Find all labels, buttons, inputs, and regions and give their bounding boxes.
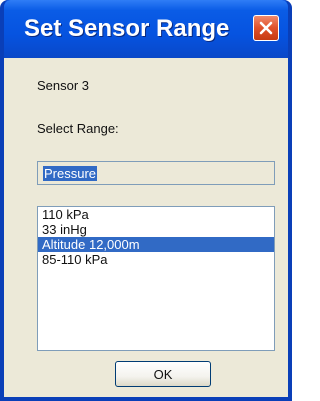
select-range-label: Select Range: <box>37 121 119 136</box>
close-icon <box>259 21 273 35</box>
sensor-label: Sensor 3 <box>37 78 90 93</box>
title-bar[interactable]: Set Sensor Range <box>4 0 288 58</box>
list-item[interactable]: 33 inHg <box>38 222 274 237</box>
selected-range-field[interactable]: Pressure <box>37 161 275 185</box>
ok-button[interactable]: OK <box>115 361 211 387</box>
window-title: Set Sensor Range <box>24 15 230 42</box>
list-item[interactable]: 85-110 kPa <box>38 252 274 267</box>
close-button[interactable] <box>253 15 279 41</box>
range-listbox[interactable]: 110 kPa 33 inHg Altitude 12,000m 85-110 … <box>37 206 275 351</box>
list-item[interactable]: 110 kPa <box>38 207 274 222</box>
selected-range-value: Pressure <box>43 166 98 181</box>
dialog-body: Sensor 3 Select Range: Pressure 110 kPa … <box>4 58 288 397</box>
list-item-selected[interactable]: Altitude 12,000m <box>38 237 274 252</box>
dialog-window: Set Sensor Range Sensor 3 Select Range: … <box>0 0 292 401</box>
